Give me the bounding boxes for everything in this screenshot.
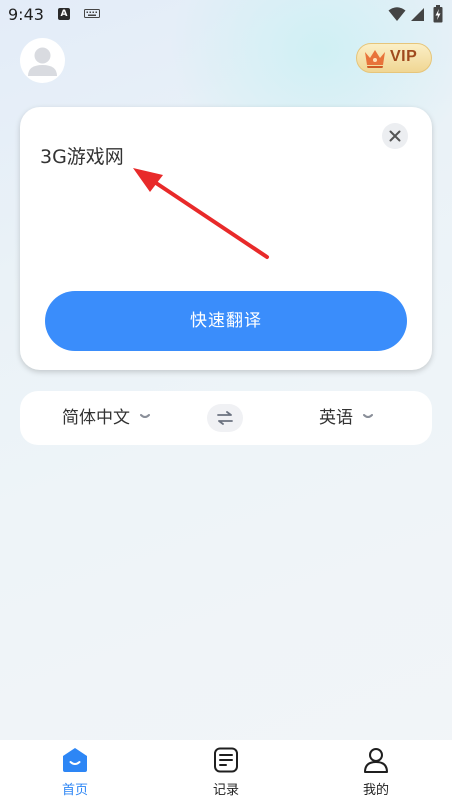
source-language-label: 简体中文	[62, 408, 130, 428]
avatar-silhouette	[28, 47, 57, 76]
language-selector-bar: 简体中文 英语	[20, 391, 432, 445]
source-language-select[interactable]: 简体中文	[62, 391, 151, 445]
profile-icon	[364, 748, 388, 773]
wifi-icon	[388, 7, 406, 21]
clear-button[interactable]	[382, 123, 408, 149]
home-icon	[63, 748, 87, 772]
bottom-navigation: 首页 记录 我的	[0, 740, 452, 803]
records-icon	[214, 747, 238, 773]
status-time: 9:43	[8, 5, 44, 24]
chevron-down-icon	[363, 414, 374, 418]
nav-item-home[interactable]: 首页	[25, 740, 125, 803]
user-avatar-icon[interactable]	[20, 38, 65, 83]
swap-arrows-icon	[217, 411, 233, 425]
nav-label-mine: 我的	[362, 783, 389, 798]
translation-input-card[interactable]: 3G游戏网 快速翻译	[20, 107, 432, 370]
nav-item-mine[interactable]: 我的	[326, 740, 426, 803]
input-text[interactable]: 3G游戏网	[40, 142, 124, 169]
status-bar: 9:43 A	[0, 0, 452, 30]
nav-item-records[interactable]: 记录	[176, 740, 276, 803]
nav-label-records: 记录	[212, 783, 239, 798]
close-icon	[389, 130, 401, 142]
target-language-label: 英语	[319, 408, 353, 428]
battery-icon	[433, 5, 443, 23]
target-language-select[interactable]: 英语	[319, 391, 374, 445]
crown-icon	[365, 50, 385, 68]
chevron-down-icon	[140, 414, 151, 418]
swap-languages-button[interactable]	[207, 404, 243, 432]
nav-label-home: 首页	[61, 783, 88, 798]
vip-button[interactable]: VIP	[356, 43, 432, 73]
quick-translate-button[interactable]: 快速翻译	[45, 291, 407, 351]
a-notification-icon: A	[58, 8, 70, 20]
keyboard-icon	[84, 9, 100, 18]
vip-label: VIP	[390, 48, 418, 65]
signal-icon	[411, 8, 424, 21]
